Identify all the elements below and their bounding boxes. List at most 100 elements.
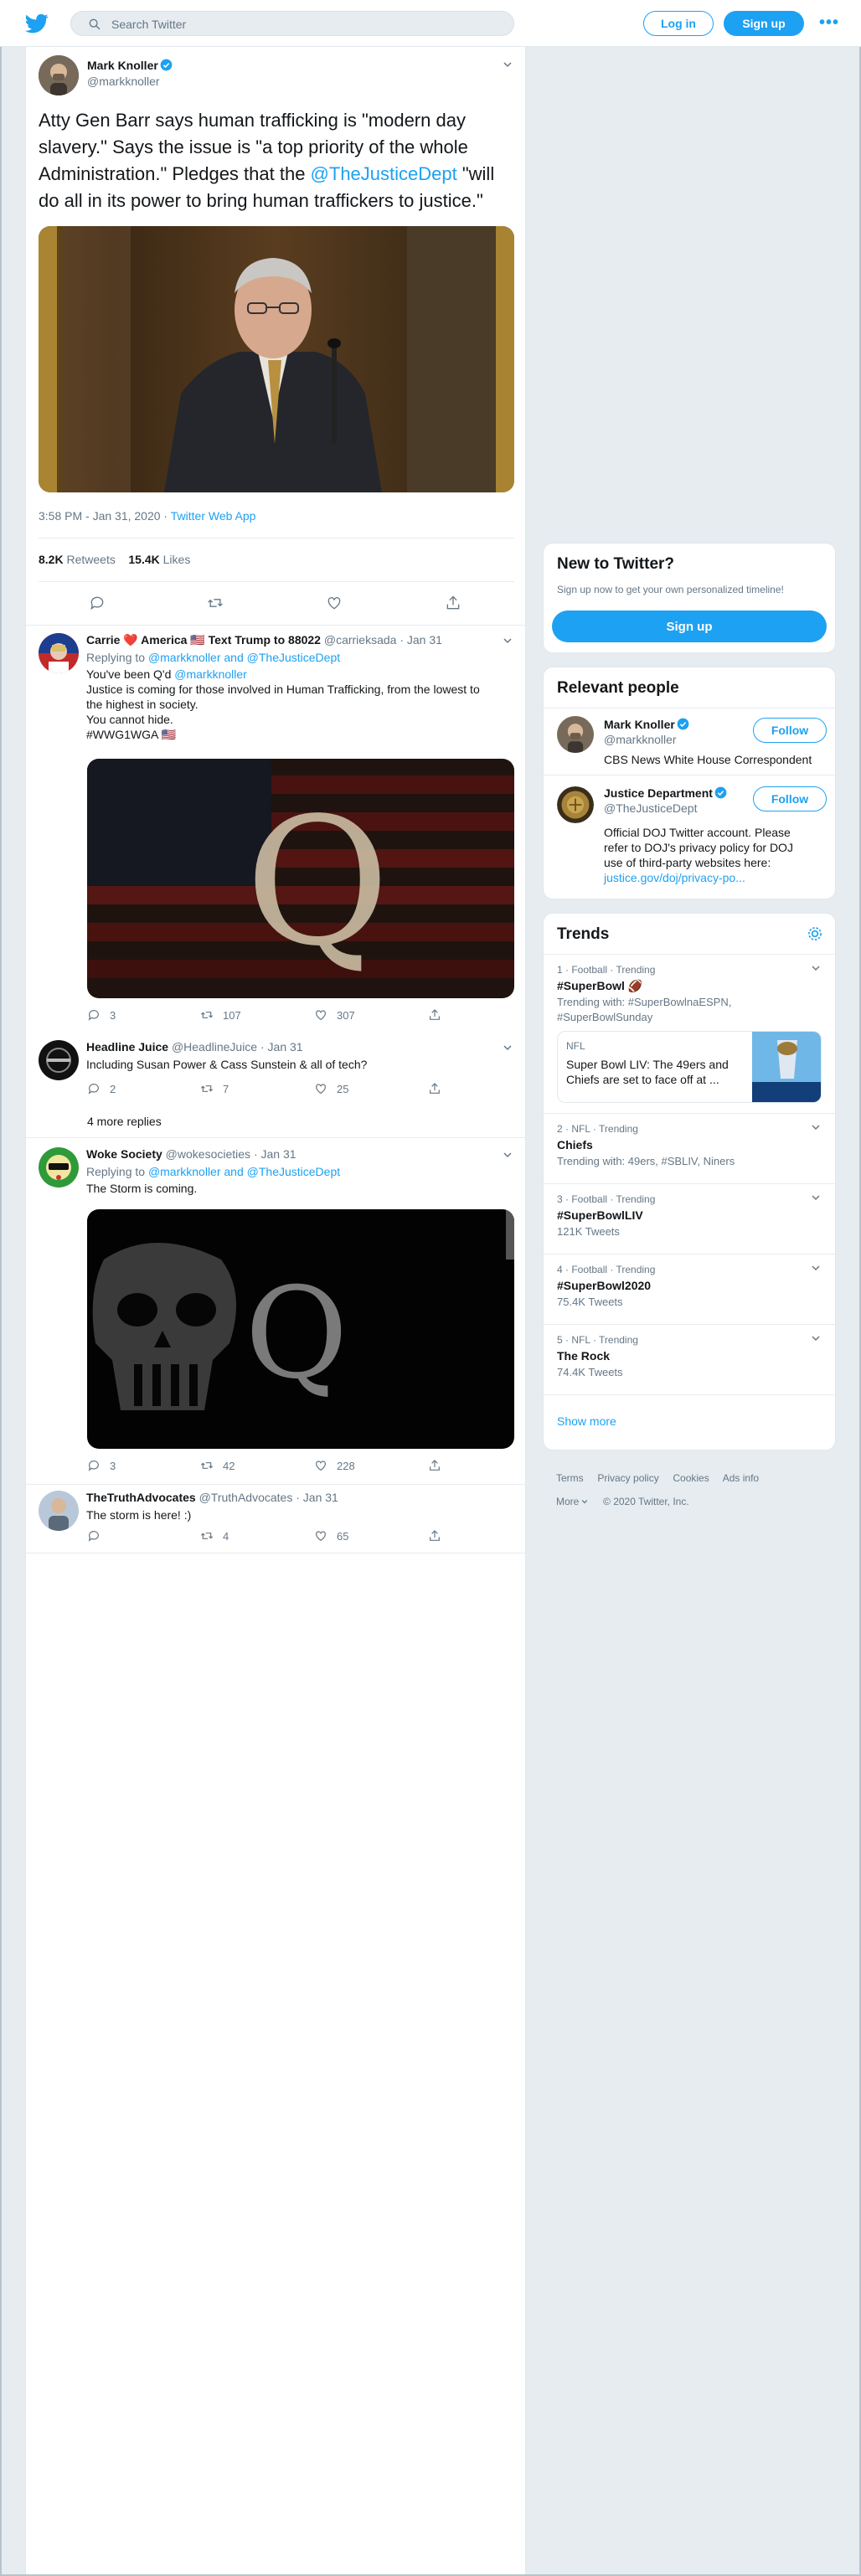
like-icon[interactable] [314,1008,327,1022]
share-icon[interactable] [428,1459,441,1472]
trend-item[interactable]: 2 · NFL · Trending Chiefs Trending with:… [544,1113,835,1183]
trend-item[interactable]: 4 · Football · Trending #SuperBowl2020 7… [544,1254,835,1324]
share-icon[interactable] [428,1082,441,1095]
avatar[interactable] [39,633,79,673]
chevron-down-icon[interactable] [502,59,513,70]
bio-link[interactable]: justice.gov/doj/privacy-po... [604,870,793,885]
news-text: Super Bowl LIV: The 49ers and Chiefs are… [566,1057,729,1087]
settings-gear-icon[interactable] [807,925,823,942]
footer-link-ads-info[interactable]: Ads info [723,1472,759,1484]
card-subtitle: Sign up now to get your own personalized… [557,584,784,595]
footer-link-terms[interactable]: Terms [556,1472,584,1484]
retweet-icon[interactable] [200,1008,214,1022]
reply-icon[interactable] [87,1082,101,1095]
trend-item[interactable]: 3 · Football · Trending #SuperBowlLIV 12… [544,1183,835,1254]
divider [26,625,525,626]
reply-photo[interactable]: Q [87,759,514,998]
like-icon[interactable] [314,1459,327,1472]
tweet-timestamp[interactable]: 3:58 PM - Jan 31, 2020 [39,509,161,523]
reply-author-handle[interactable]: @carrieksada [324,633,397,647]
trend-item[interactable]: 1 · Football · Trending #SuperBowl 🏈 Tre… [544,954,835,1113]
login-button[interactable]: Log in [643,11,714,36]
mention-link[interactable]: @markknoller [174,667,247,681]
avatar[interactable] [39,1040,79,1080]
avatar[interactable] [557,716,594,753]
reply-icon[interactable] [89,595,106,611]
bio-line: refer to DOJ's privacy policy for DOJ [604,841,793,854]
share-icon[interactable] [445,595,461,611]
mention-link[interactable]: @TheJusticeDept [311,163,457,184]
replying-to-links[interactable]: @markknoller and @TheJusticeDept [148,1165,340,1178]
avatar[interactable] [557,786,594,823]
retweet-icon[interactable] [200,1459,214,1472]
chevron-down-icon[interactable] [502,1042,513,1054]
replying-to-links[interactable]: @markknoller and @TheJusticeDept [148,651,340,664]
person-handle[interactable]: @TheJusticeDept [604,801,697,815]
author-name[interactable]: Mark Knoller [87,59,158,72]
footer-link-cookies[interactable]: Cookies [673,1472,709,1484]
sidebar-signup-button[interactable]: Sign up [552,611,827,642]
chevron-down-icon[interactable] [810,962,822,974]
person-name[interactable]: Mark Knoller [604,718,675,731]
tweet-photo[interactable] [39,226,514,492]
reply-icon[interactable] [87,1008,101,1022]
like-icon[interactable] [314,1529,327,1543]
reply-author-name[interactable]: TheTruthAdvocates [86,1491,196,1504]
retweet-icon[interactable] [200,1082,214,1095]
author-handle[interactable]: @markknoller [87,75,160,88]
retweet-count: 42 [223,1460,235,1472]
reply-author-name[interactable]: Headline Juice [86,1040,168,1054]
reply-date[interactable]: Jan 31 [261,1147,296,1161]
twitter-logo-icon[interactable] [25,12,49,35]
reply-author-handle[interactable]: @TruthAdvocates [199,1491,293,1504]
verified-badge-icon [160,59,173,71]
reply-date[interactable]: Jan 31 [268,1040,303,1054]
share-icon[interactable] [428,1529,441,1543]
avatar[interactable] [39,55,79,95]
more-replies-link[interactable]: 4 more replies [87,1114,506,1129]
like-icon[interactable] [314,1082,327,1095]
chevron-down-icon[interactable] [810,1192,822,1203]
reply-icon[interactable] [87,1459,101,1472]
reply-text: Including Susan Power & Cass Sunstein & … [86,1058,368,1071]
reply-author-handle[interactable]: @HeadlineJuice [172,1040,257,1054]
show-more-link[interactable]: Show more [557,1414,616,1428]
footer-more-menu[interactable]: More [556,1496,589,1507]
reply-date[interactable]: Jan 31 [407,633,442,647]
person-name[interactable]: Justice Department [604,786,713,800]
reply-date[interactable]: Jan 31 [303,1491,338,1504]
likes-stat[interactable]: 15.4K Likes [128,553,190,566]
follow-button[interactable]: Follow [753,786,827,811]
person-bio: Official DOJ Twitter account. Please ref… [604,825,793,885]
chevron-down-icon[interactable] [810,1121,822,1133]
trend-news-card[interactable]: NFL Super Bowl LIV: The 49ers and Chiefs… [557,1031,822,1103]
trend-item[interactable]: 5 · NFL · Trending The Rock 74.4K Tweets [544,1324,835,1394]
person-handle[interactable]: @markknoller [604,733,677,746]
retweet-icon[interactable] [207,595,224,611]
search-box[interactable] [70,11,514,36]
hashtag-link[interactable]: #WWG1WGA 🇺🇸 [86,727,505,742]
share-icon[interactable] [428,1008,441,1022]
reply-author-name[interactable]: Woke Society [86,1147,162,1161]
search-input[interactable] [111,16,497,33]
avatar[interactable] [39,1147,79,1188]
reply-icon[interactable] [87,1529,101,1543]
retweet-icon[interactable] [200,1529,214,1543]
chevron-down-icon[interactable] [810,1262,822,1274]
chevron-down-icon[interactable] [810,1332,822,1344]
reply-photo[interactable]: Q [87,1209,514,1449]
signup-button[interactable]: Sign up [724,11,804,36]
follow-button[interactable]: Follow [753,718,827,743]
reply-author-handle[interactable]: @wokesocieties [166,1147,250,1161]
like-icon[interactable] [326,595,343,611]
footer-link-privacy[interactable]: Privacy policy [597,1472,658,1484]
new-to-twitter-card: New to Twitter? Sign up now to get your … [543,543,836,653]
avatar[interactable] [39,1491,79,1531]
retweets-stat[interactable]: 8.2K Retweets [39,553,116,566]
trend-name: #SuperBowl2020 [557,1279,652,1292]
more-options-icon[interactable]: ••• [819,13,839,33]
chevron-down-icon[interactable] [502,1149,513,1161]
reply-author-name[interactable]: Carrie ❤️ America 🇺🇸 Text Trump to 88022 [86,633,321,647]
tweet-source-link[interactable]: Twitter Web App [171,509,256,523]
chevron-down-icon[interactable] [502,635,513,647]
